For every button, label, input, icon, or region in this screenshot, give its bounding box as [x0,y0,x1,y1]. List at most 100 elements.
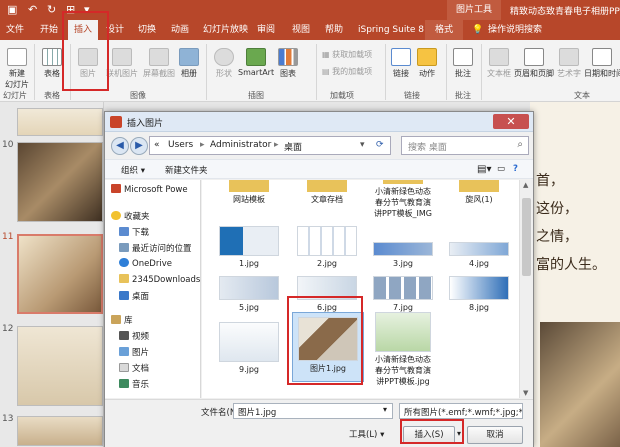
scroll-up-icon[interactable]: ▲ [523,181,528,189]
scroll-down-icon[interactable]: ▼ [523,389,528,397]
back-icon[interactable]: ◀ [111,137,129,155]
image-file[interactable]: 8.jpg [442,276,516,313]
save-icon[interactable]: ▣ [7,3,17,16]
help-icon[interactable]: ? [513,164,518,174]
action-button[interactable]: 动作 [416,48,438,79]
nav-item-2345downloads[interactable]: 2345Downloads [119,274,200,285]
cancel-button[interactable]: 取消 [467,426,523,444]
slide-thumbnail[interactable] [17,326,103,406]
close-button[interactable]: ✕ [493,114,529,129]
search-icon[interactable]: ⌕ [517,139,523,150]
slide-number: 11 [2,232,14,242]
search-input[interactable]: 搜索 桌面 ⌕ [401,136,529,155]
wordart-button[interactable]: 艺术字 [556,48,582,79]
folder-icon [459,180,499,192]
nav-item-videos[interactable]: 视频 [119,330,149,342]
nav-item-music[interactable]: 音乐 [119,378,149,390]
image-file[interactable]: 小清新绿色动态 春分节气教育演 讲PPT模板.jpg [366,312,440,387]
tools-menu[interactable]: 工具(L) ▾ [349,428,384,440]
shapes-icon [214,48,234,66]
scrollbar-thumb[interactable] [522,198,531,276]
slide-thumbnail[interactable] [17,416,103,446]
action-icon [417,48,437,66]
textbox-button[interactable]: 文本框 [486,48,512,79]
image-file[interactable]: 3.jpg [366,226,440,269]
folder-item[interactable]: 文章存档 [290,180,364,205]
forward-icon[interactable]: ▶ [130,137,148,155]
image-thumbnail [375,312,431,352]
breadcrumb-desktop[interactable]: 桌面 [284,140,302,153]
comment-button[interactable]: 批注 [452,48,474,79]
tab-view[interactable]: 视图 [292,20,310,40]
slide-thumbnail-selected[interactable] [17,234,103,314]
breadcrumb-administrator[interactable]: Administrator [210,140,271,150]
dialog-title-bar[interactable]: 插入图片 ✕ [105,112,533,132]
slide-thumbnail-panel[interactable]: 10 11 12 13 [0,102,104,447]
nav-item-downloads[interactable]: 下载 [119,226,149,238]
new-slide-button[interactable]: 新建 幻灯片 [3,48,31,90]
slide-thumbnail[interactable] [17,108,103,136]
folder-item[interactable]: 小清新绿色动态 春分节气教育演 讲PPT模板_IMG [366,180,440,219]
slide-thumbnail[interactable] [17,142,103,222]
tab-transitions[interactable]: 切换 [138,20,156,40]
image-file[interactable]: 2.jpg [290,226,364,269]
image-file[interactable]: 5.jpg [212,276,286,313]
nav-item-onedrive[interactable]: OneDrive [119,258,172,269]
album-button[interactable]: 相册 [178,48,200,79]
tab-help[interactable]: 帮助 [325,20,343,40]
organize-button[interactable]: 组织 ▾ [121,164,145,176]
breadcrumb-users[interactable]: Users [168,140,193,150]
tab-file[interactable]: 文件 [6,20,24,40]
folder-item[interactable]: 旋风(1) [442,180,516,205]
tab-format[interactable]: 格式 [425,20,464,40]
nav-item-documents[interactable]: 文档 [119,362,149,374]
image-thumbnail [219,322,279,362]
undo-icon[interactable]: ↶ [28,3,37,16]
nav-item-desktop[interactable]: 桌面 [119,290,149,302]
redo-icon[interactable]: ↻ [47,3,56,16]
tab-home[interactable]: 开始 [40,20,58,40]
nav-item-pictures[interactable]: 图片 [119,346,149,358]
datetime-button[interactable]: 日期和时间 [584,48,620,79]
smartart-button[interactable]: SmartArt [238,48,274,77]
view-options-icon[interactable]: ▤▾ [477,164,491,175]
nav-item-favorites[interactable]: 收藏夹 [111,210,150,222]
image-file[interactable]: 7.jpg [366,276,440,313]
nav-item-recent[interactable]: 最近访问的位置 [119,242,192,254]
header-footer-button[interactable]: 页眉和页脚 [514,48,554,79]
image-file[interactable]: 1.jpg [212,226,286,269]
address-overflow[interactable]: « [154,140,160,150]
new-folder-button[interactable]: 新建文件夹 [165,164,208,176]
file-list-scrollbar[interactable]: ▲ ▼ [519,180,533,398]
tab-review[interactable]: 审阅 [257,20,275,40]
filetype-select[interactable]: 所有图片(*.emf;*.wmf;*.jpg;*.jp [399,403,523,419]
address-bar[interactable]: « Users ▸ Administrator ▸ 桌面 ▾ ⟳ [149,136,391,155]
my-addins-button[interactable]: ▤ 我的加载项 [322,66,372,77]
group-divider [446,44,447,100]
filename-input[interactable]: 图片1.jpg [233,403,393,419]
chevron-down-icon[interactable]: ▾ [360,140,365,150]
image-file[interactable]: 9.jpg [212,322,286,375]
shapes-button[interactable]: 形状 [213,48,235,79]
chevron-down-icon[interactable]: ▾ [383,405,387,414]
folder-item[interactable]: 网站模板 [212,180,286,205]
get-addins-button[interactable]: ▦ 获取加载项 [322,49,372,60]
tab-animations[interactable]: 动画 [171,20,189,40]
preview-pane-icon[interactable]: ▭ [497,164,505,174]
tab-slideshow[interactable]: 幻灯片放映 [203,20,248,40]
link-button[interactable]: 链接 [390,48,412,79]
tell-me-search[interactable]: 操作说明搜索 [488,20,542,40]
slide-canvas[interactable]: 首， 这份， 之情， 富的人生。 [530,102,620,447]
file-list[interactable]: 网站模板 文章存档 小清新绿色动态 春分节气教育演 讲PPT模板_IMG 旋风(… [202,180,533,398]
refresh-icon[interactable]: ⟳ [376,140,384,150]
screenshot-button[interactable]: 屏幕截图 [142,48,176,79]
nav-item-powerpoint[interactable]: Microsoft Powe [111,184,188,195]
navigation-pane[interactable]: Microsoft Powe 收藏夹 下载 最近访问的位置 OneDrive 2… [105,180,201,398]
chart-button[interactable]: 图表 [277,48,299,79]
online-picture-button[interactable]: 联机图片 [104,48,140,79]
folder-icon [307,180,347,192]
nav-item-library[interactable]: 库 [111,314,133,326]
image-file[interactable]: 4.jpg [442,226,516,269]
tab-ispring[interactable]: iSpring Suite 8 [358,20,424,40]
slide-photo[interactable] [540,322,620,447]
